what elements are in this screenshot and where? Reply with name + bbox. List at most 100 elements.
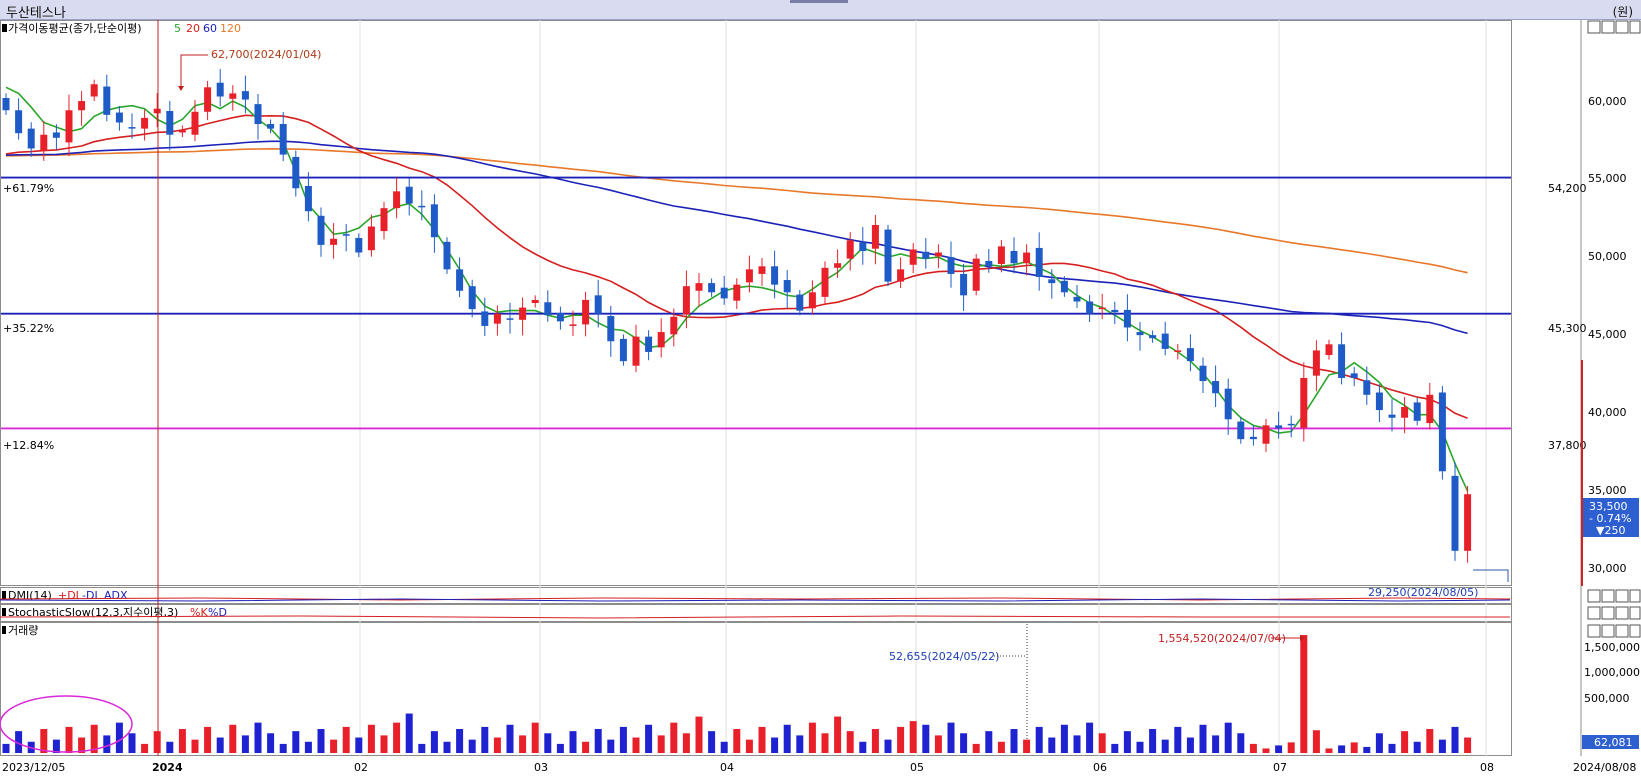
candle-body xyxy=(1338,344,1346,378)
dmi-max-button[interactable] xyxy=(1601,589,1615,603)
dmi-restore-button[interactable] xyxy=(1615,589,1629,603)
svg-text:37,800: 37,800 xyxy=(1548,439,1587,452)
candle-body xyxy=(1086,301,1094,314)
stock-chart[interactable]: 62,700(2024/01/04) 29,250(2024/08/05) 가격… xyxy=(0,20,1641,776)
candle-body xyxy=(670,316,678,335)
volume-bar xyxy=(1426,729,1434,753)
vol-min-button[interactable] xyxy=(1587,624,1601,638)
volume-bar xyxy=(619,726,627,753)
svg-text:52,655(2024/05/22): 52,655(2024/05/22) xyxy=(889,650,999,663)
volume-bar xyxy=(1199,724,1207,753)
dmi-close-button[interactable] xyxy=(1629,589,1641,603)
volume-legend: 거래량 xyxy=(2,624,38,637)
volume-current-badge: 62,081 xyxy=(1582,735,1639,749)
candle-body xyxy=(1010,250,1018,264)
candle-body xyxy=(745,269,753,283)
volume-bar xyxy=(481,726,489,753)
panel-max-button[interactable] xyxy=(1601,20,1615,34)
svg-text:60: 60 xyxy=(203,22,217,35)
volume-bar xyxy=(796,735,804,753)
panel-min-button[interactable] xyxy=(1587,20,1601,34)
volume-bar xyxy=(708,731,716,753)
volume-bar xyxy=(720,741,728,753)
candle-body xyxy=(733,284,741,301)
candle-body xyxy=(15,110,23,134)
volume-bar xyxy=(1212,735,1220,753)
candle-body xyxy=(115,112,123,123)
candle-body xyxy=(380,208,388,232)
svg-text:%D: %D xyxy=(208,606,227,619)
candle-body xyxy=(78,101,86,111)
candle-body xyxy=(418,205,426,208)
volume-bar xyxy=(733,729,741,753)
volume-bar xyxy=(128,733,136,753)
svg-text:500,000: 500,000 xyxy=(1584,692,1630,705)
candle-body xyxy=(267,124,275,129)
stoch-restore-button[interactable] xyxy=(1615,606,1629,620)
volume-bar xyxy=(1325,748,1333,753)
stoch-min-button[interactable] xyxy=(1587,606,1601,620)
window-grip[interactable] xyxy=(790,0,848,3)
volume-bar xyxy=(531,722,539,753)
volume-bar xyxy=(430,731,438,753)
volume-bar xyxy=(115,722,123,753)
volume-bar xyxy=(1438,739,1446,753)
candle-body xyxy=(544,302,552,316)
price-panel-controls[interactable] xyxy=(1587,20,1641,34)
candle-body xyxy=(292,156,300,189)
candle-body xyxy=(682,286,690,315)
volume-bar xyxy=(544,733,552,753)
volume-panel-controls[interactable] xyxy=(1587,624,1641,638)
volume-bar xyxy=(657,735,665,753)
vol-max-button[interactable] xyxy=(1601,624,1615,638)
volume-bar xyxy=(1451,726,1459,753)
vol-restore-button[interactable] xyxy=(1615,624,1629,638)
candle-body xyxy=(582,299,590,325)
candle-body xyxy=(859,242,867,251)
candle-body xyxy=(771,266,779,285)
stoch-close-button[interactable] xyxy=(1629,606,1641,620)
candle-body xyxy=(178,130,186,133)
volume-bar xyxy=(1388,743,1396,753)
svg-text:30,000: 30,000 xyxy=(1588,562,1627,575)
candle-body xyxy=(1161,333,1169,349)
volume-bar xyxy=(758,726,766,753)
candle-body xyxy=(960,273,968,296)
x-tick-label: 2024 xyxy=(152,761,183,774)
panel-restore-button[interactable] xyxy=(1615,20,1629,34)
volume-bar xyxy=(846,731,854,753)
candle-body xyxy=(103,86,111,115)
volume-bar xyxy=(178,729,186,753)
candle-body xyxy=(1464,494,1472,551)
volume-bar xyxy=(1287,742,1295,753)
stoch-max-button[interactable] xyxy=(1601,606,1615,620)
volume-bar xyxy=(2,743,10,753)
volume-bar xyxy=(947,722,955,753)
volume-bar xyxy=(1060,724,1068,753)
volume-bar xyxy=(745,739,753,753)
volume-bar xyxy=(607,739,615,753)
candle-body xyxy=(1023,252,1031,264)
volume-bar xyxy=(456,729,464,753)
candle-body xyxy=(1388,414,1396,418)
volume-bar xyxy=(871,729,879,753)
svg-text:35,000: 35,000 xyxy=(1588,484,1627,497)
dmi-panel-controls[interactable] xyxy=(1587,589,1641,603)
candle-body xyxy=(128,127,136,129)
svg-text:120: 120 xyxy=(220,22,241,35)
panel-close-button[interactable] xyxy=(1629,20,1641,34)
candle-body xyxy=(1312,350,1320,376)
stochastic-panel-controls[interactable] xyxy=(1587,606,1641,620)
svg-text:+35.22%: +35.22% xyxy=(3,322,54,335)
volume-bar xyxy=(330,739,338,753)
candle-body xyxy=(27,128,35,149)
vol-close-button[interactable] xyxy=(1629,624,1641,638)
volume-bar xyxy=(380,735,388,753)
candle-body xyxy=(1035,247,1043,277)
volume-bar xyxy=(393,722,401,753)
dmi-min-button[interactable] xyxy=(1587,589,1601,603)
candle-body xyxy=(367,226,375,251)
candle-body xyxy=(720,287,728,299)
candle-body xyxy=(607,316,615,342)
candle-body xyxy=(569,324,577,326)
